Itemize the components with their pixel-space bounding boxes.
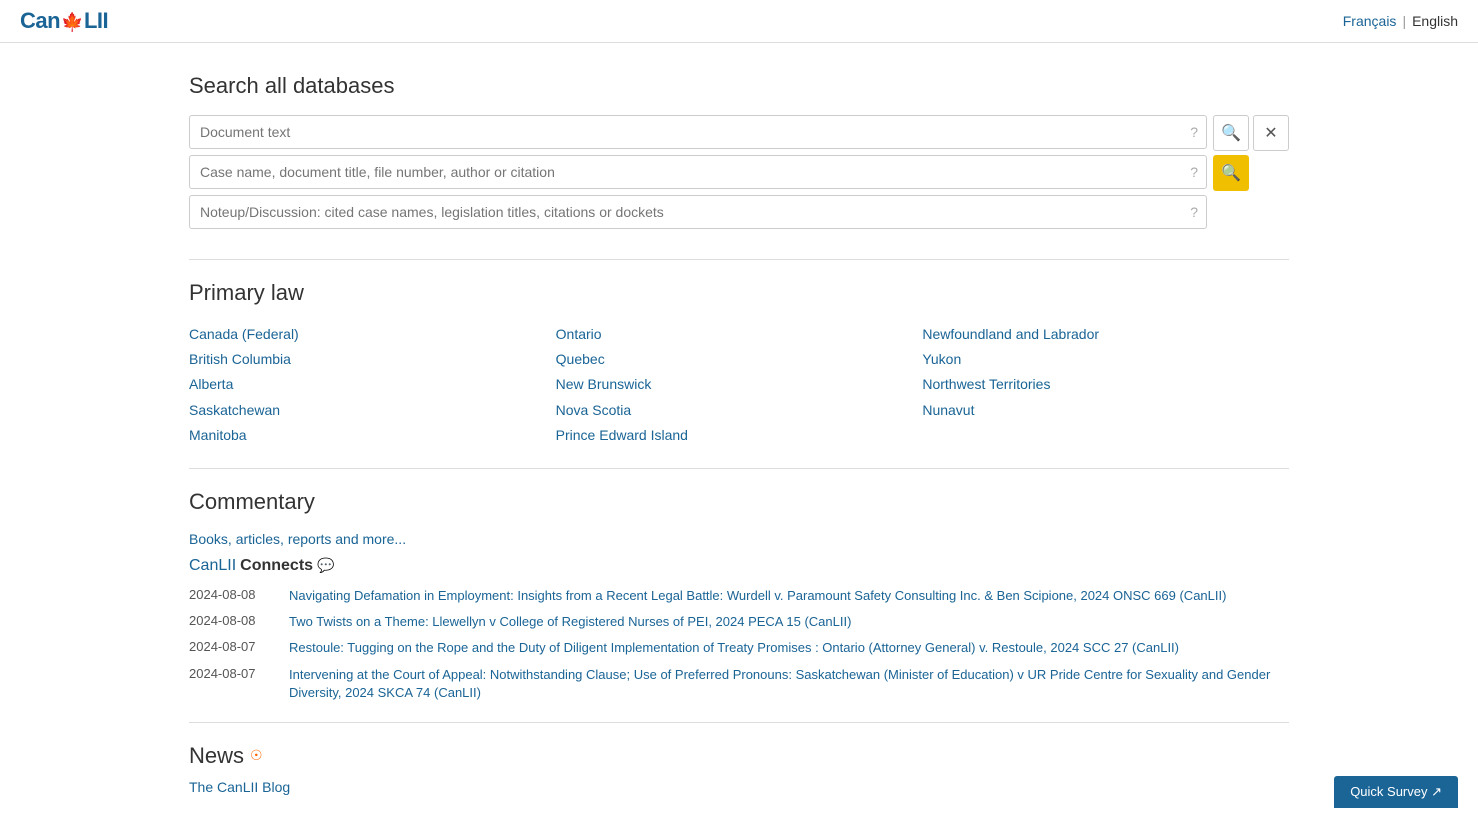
- province-new-brunswick[interactable]: New Brunswick: [556, 372, 923, 397]
- news-title-row: News ☉: [189, 743, 1289, 769]
- canlii-connects-bold: Connects: [240, 557, 313, 575]
- canlii-blog-link[interactable]: The CanLII Blog: [189, 779, 1289, 795]
- noteup-input[interactable]: [190, 196, 1206, 228]
- document-text-input[interactable]: [190, 116, 1206, 148]
- province-british-columbia[interactable]: British Columbia: [189, 347, 556, 372]
- canlii-connects-header: CanLII Connects 💬: [189, 557, 1289, 575]
- entry-link-3[interactable]: Restoule: Tugging on the Rope and the Du…: [289, 639, 1179, 657]
- help-icon-1[interactable]: ?: [1190, 124, 1198, 140]
- provinces-col-2: Ontario Quebec New Brunswick Nova Scotia…: [556, 322, 923, 448]
- main-content: Search all databases ? ? ?: [169, 43, 1309, 835]
- province-manitoba[interactable]: Manitoba: [189, 423, 556, 448]
- connects-entry-4: 2024-08-07 Intervening at the Court of A…: [189, 666, 1289, 702]
- divider-1: [189, 259, 1289, 260]
- connects-entry-3: 2024-08-07 Restoule: Tugging on the Rope…: [189, 639, 1289, 657]
- entry-date-1: 2024-08-08: [189, 587, 269, 602]
- speech-bubble-icon: 💬: [317, 557, 334, 574]
- logo-area: Can🍁LII: [20, 8, 108, 34]
- provinces-grid: Canada (Federal) British Columbia Albert…: [189, 322, 1289, 448]
- search-area: Search all databases ? ? ?: [189, 73, 1289, 229]
- commentary-title: Commentary: [189, 489, 1289, 515]
- province-newfoundland[interactable]: Newfoundland and Labrador: [922, 322, 1289, 347]
- logo-leaf: 🍁: [61, 12, 83, 32]
- entry-link-1[interactable]: Navigating Defamation in Employment: Ins…: [289, 587, 1226, 605]
- entry-link-4[interactable]: Intervening at the Court of Appeal: Notw…: [289, 666, 1289, 702]
- province-saskatchewan[interactable]: Saskatchewan: [189, 398, 556, 423]
- rss-icon: ☉: [250, 747, 263, 764]
- divider-2: [189, 468, 1289, 469]
- commentary-section: Commentary Books, articles, reports and …: [189, 489, 1289, 702]
- connects-entries: 2024-08-08 Navigating Defamation in Empl…: [189, 587, 1289, 702]
- french-lang-link[interactable]: Français: [1343, 13, 1397, 29]
- provinces-col-3: Newfoundland and Labrador Yukon Northwes…: [922, 322, 1289, 448]
- clear-button[interactable]: ✕: [1253, 115, 1289, 151]
- news-label: News: [189, 743, 244, 769]
- document-text-wrapper: ?: [189, 115, 1207, 149]
- province-yukon[interactable]: Yukon: [922, 347, 1289, 372]
- primary-law-section: Primary law Canada (Federal) British Col…: [189, 280, 1289, 448]
- main-search-button[interactable]: 🔍: [1213, 155, 1249, 191]
- entry-link-2[interactable]: Two Twists on a Theme: Llewellyn v Colle…: [289, 613, 851, 631]
- search-icon-button[interactable]: 🔍: [1213, 115, 1249, 151]
- lang-divider: |: [1402, 13, 1406, 29]
- quick-survey-button[interactable]: Quick Survey ↗: [1334, 776, 1458, 808]
- case-name-input[interactable]: [190, 156, 1206, 188]
- search-title: Search all databases: [189, 73, 1289, 99]
- logo: Can🍁LII: [20, 8, 108, 34]
- connects-entry-2: 2024-08-08 Two Twists on a Theme: Llewel…: [189, 613, 1289, 631]
- province-nunavut[interactable]: Nunavut: [922, 398, 1289, 423]
- site-header: Can🍁LII Français | English: [0, 0, 1478, 43]
- province-northwest-territories[interactable]: Northwest Territories: [922, 372, 1289, 397]
- help-icon-3[interactable]: ?: [1190, 204, 1198, 220]
- canlii-connects-normal: CanLII: [189, 557, 236, 575]
- entry-date-2: 2024-08-08: [189, 613, 269, 628]
- books-articles-link[interactable]: Books, articles, reports and more...: [189, 531, 1289, 547]
- news-section: News ☉ The CanLII Blog: [189, 743, 1289, 795]
- noteup-wrapper: ?: [189, 195, 1207, 229]
- search-buttons-group: 🔍 ✕ 🔍: [1213, 115, 1289, 191]
- province-ontario[interactable]: Ontario: [556, 322, 923, 347]
- divider-3: [189, 722, 1289, 723]
- entry-date-3: 2024-08-07: [189, 639, 269, 654]
- province-canada-federal[interactable]: Canada (Federal): [189, 322, 556, 347]
- entry-date-4: 2024-08-07: [189, 666, 269, 681]
- case-name-wrapper: ?: [189, 155, 1207, 189]
- province-alberta[interactable]: Alberta: [189, 372, 556, 397]
- connects-entry-1: 2024-08-08 Navigating Defamation in Empl…: [189, 587, 1289, 605]
- province-nova-scotia[interactable]: Nova Scotia: [556, 398, 923, 423]
- province-pei[interactable]: Prince Edward Island: [556, 423, 923, 448]
- language-switcher: Français | English: [1343, 13, 1458, 29]
- top-buttons: 🔍 ✕: [1213, 115, 1289, 151]
- primary-law-title: Primary law: [189, 280, 1289, 306]
- province-quebec[interactable]: Quebec: [556, 347, 923, 372]
- english-lang-current: English: [1412, 13, 1458, 29]
- help-icon-2[interactable]: ?: [1190, 164, 1198, 180]
- provinces-col-1: Canada (Federal) British Columbia Albert…: [189, 322, 556, 448]
